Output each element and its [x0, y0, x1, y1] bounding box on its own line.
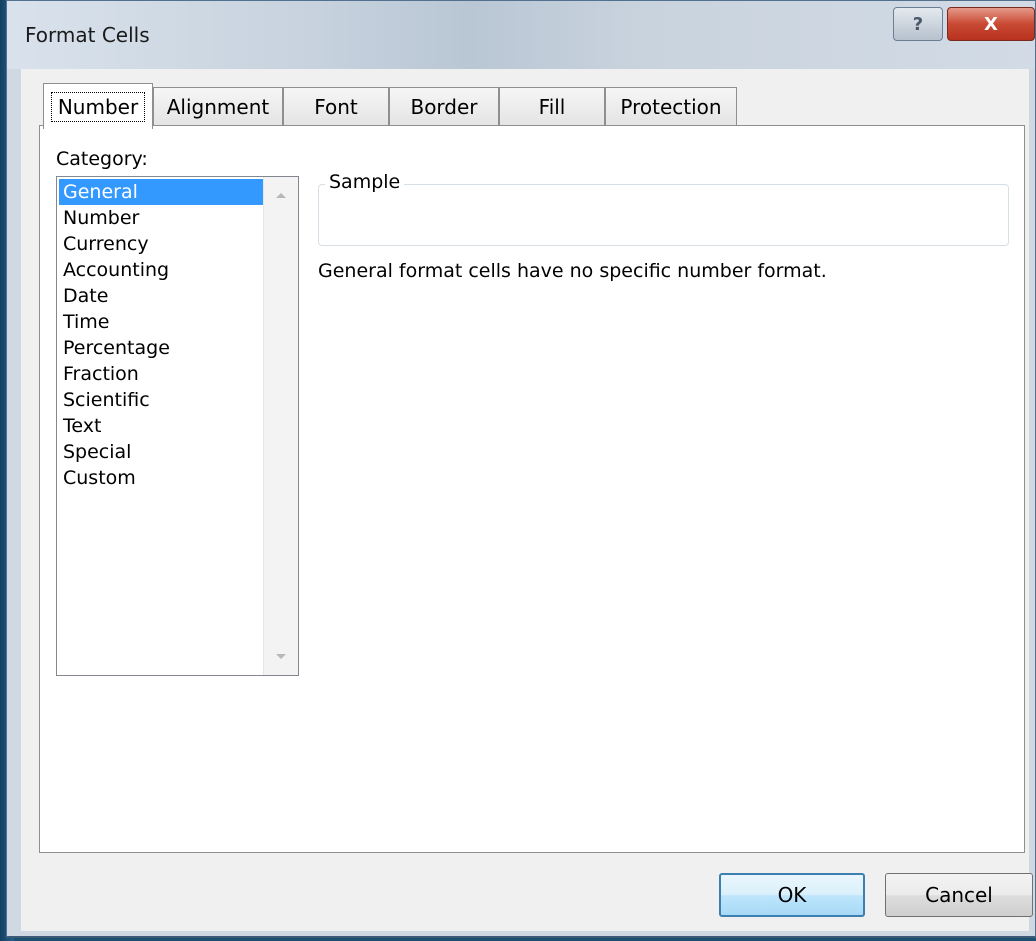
list-item-time[interactable]: Time — [59, 309, 263, 335]
tab-number[interactable]: Number — [43, 83, 153, 129]
tab-label: Protection — [620, 94, 722, 119]
format-cells-dialog: Format Cells ? X Number Alignment Font B… — [6, 0, 1036, 938]
list-item-number[interactable]: Number — [59, 205, 263, 231]
window-title: Format Cells — [25, 23, 150, 47]
tab-font[interactable]: Font — [283, 87, 389, 125]
format-description: General format cells have no specific nu… — [318, 260, 827, 282]
number-tab-panel: Category: General Number Currency Accoun… — [39, 125, 1025, 853]
list-item-custom[interactable]: Custom — [59, 465, 263, 491]
title-bar[interactable]: Format Cells ? X — [7, 1, 1035, 69]
help-icon: ? — [912, 13, 924, 35]
ok-button-label: OK — [777, 883, 807, 907]
list-item-fraction[interactable]: Fraction — [59, 361, 263, 387]
sample-legend: Sample — [325, 171, 405, 193]
scroll-down-icon[interactable] — [276, 654, 286, 659]
list-item-scientific[interactable]: Scientific — [59, 387, 263, 413]
list-item-special[interactable]: Special — [59, 439, 263, 465]
scroll-up-icon[interactable] — [276, 193, 286, 198]
close-button[interactable]: X — [947, 7, 1035, 41]
list-item-general[interactable]: General — [59, 179, 263, 205]
tab-label: Border — [410, 94, 478, 119]
ok-button[interactable]: OK — [719, 873, 865, 917]
tab-label: Alignment — [166, 94, 270, 119]
list-item-currency[interactable]: Currency — [59, 231, 263, 257]
tab-label: Number — [50, 91, 146, 122]
sample-group: Sample — [318, 171, 1009, 246]
cancel-button-label: Cancel — [925, 883, 993, 907]
list-item-percentage[interactable]: Percentage — [59, 335, 263, 361]
list-item-accounting[interactable]: Accounting — [59, 257, 263, 283]
tab-fill[interactable]: Fill — [499, 87, 605, 125]
tab-label: Fill — [538, 94, 566, 119]
tab-protection[interactable]: Protection — [605, 87, 737, 125]
tab-alignment[interactable]: Alignment — [153, 87, 283, 125]
list-item-text[interactable]: Text — [59, 413, 263, 439]
help-button[interactable]: ? — [893, 7, 943, 41]
tab-label: Font — [314, 94, 358, 119]
list-item-date[interactable]: Date — [59, 283, 263, 309]
close-icon: X — [984, 13, 998, 35]
category-items: General Number Currency Accounting Date … — [59, 179, 263, 491]
cancel-button[interactable]: Cancel — [885, 873, 1033, 917]
dialog-client-area: Number Alignment Font Border Fill Protec… — [21, 69, 1033, 931]
category-label: Category: — [56, 148, 148, 170]
category-listbox[interactable]: General Number Currency Accounting Date … — [56, 176, 299, 676]
category-scrollbar[interactable] — [263, 177, 298, 675]
tab-border[interactable]: Border — [389, 87, 499, 125]
